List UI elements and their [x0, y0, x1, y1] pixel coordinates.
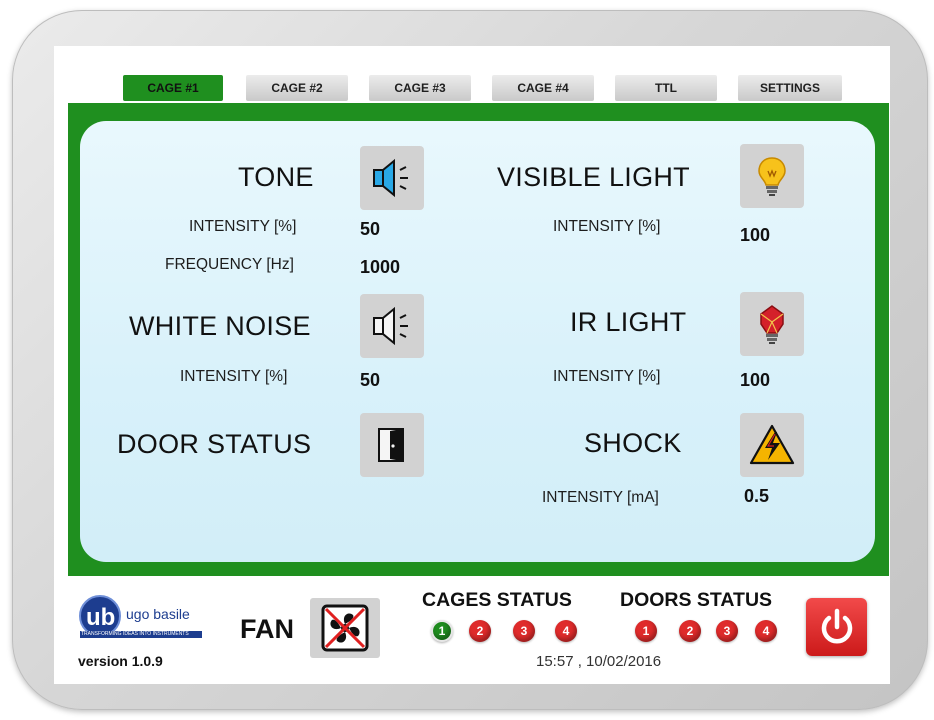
tone-intensity-label: INTENSITY [%]: [189, 218, 297, 235]
ir-light-intensity-label: INTENSITY [%]: [553, 368, 661, 385]
tone-frequency-label: FREQUENCY [Hz]: [165, 256, 294, 273]
tab-ttl[interactable]: TTL: [615, 75, 717, 101]
white-noise-title: WHITE NOISE: [129, 311, 311, 341]
datetime-display: 15:57 , 10/02/2016: [536, 653, 662, 670]
lightbulb-red-icon: [760, 305, 784, 344]
ir-light-intensity-value[interactable]: 100: [740, 370, 770, 391]
shock-intensity-value[interactable]: 0.5: [744, 486, 769, 507]
visible-light-intensity-value[interactable]: 100: [740, 225, 770, 246]
shock-button[interactable]: [740, 413, 804, 477]
speaker-blue-icon: [373, 158, 408, 198]
power-icon: [821, 608, 852, 644]
tab-cage-1[interactable]: CAGE #1: [123, 75, 223, 101]
ugo-basile-logo: ub ugo basile TRANSFORMING IDEAS INTO IN…: [78, 594, 208, 642]
visible-light-title: VISIBLE LIGHT: [497, 162, 690, 192]
cage-status-1: 1: [431, 620, 453, 642]
tab-cage-4[interactable]: CAGE #4: [492, 75, 594, 101]
tab-settings[interactable]: SETTINGS: [738, 75, 842, 101]
door-status-1: 1: [635, 620, 657, 642]
logo-text: ugo basile: [126, 606, 190, 622]
door-icon: [378, 428, 404, 462]
shock-title: SHOCK: [584, 428, 682, 458]
tone-intensity-value[interactable]: 50: [360, 219, 380, 240]
white-noise-button[interactable]: [360, 294, 424, 358]
door-status-title: DOOR STATUS: [117, 429, 312, 459]
svg-text:ub: ub: [86, 604, 115, 631]
cage-status-2: 2: [469, 620, 491, 642]
version-label: version 1.0.9: [78, 653, 163, 669]
white-noise-intensity-label: INTENSITY [%]: [180, 368, 288, 385]
high-voltage-icon: [749, 424, 795, 465]
tab-cage-2[interactable]: CAGE #2: [246, 75, 348, 101]
door-status-3: 3: [716, 620, 738, 642]
cage-status-4: 4: [555, 620, 577, 642]
tone-title: TONE: [238, 162, 314, 192]
power-button[interactable]: [806, 598, 867, 656]
door-status-button[interactable]: [360, 413, 424, 477]
door-status-2: 2: [679, 620, 701, 642]
fan-label: FAN: [240, 614, 294, 644]
speaker-icon: [373, 306, 408, 346]
visible-light-intensity-label: INTENSITY [%]: [553, 218, 661, 235]
cage-status-3: 3: [513, 620, 535, 642]
cages-status-title: CAGES STATUS: [422, 589, 572, 611]
fan-off-icon: [321, 604, 369, 652]
tone-button[interactable]: [360, 146, 424, 210]
tab-cage-3[interactable]: CAGE #3: [369, 75, 471, 101]
tone-frequency-value[interactable]: 1000: [360, 257, 400, 278]
visible-light-button[interactable]: [740, 144, 804, 208]
lightbulb-yellow-icon: [758, 157, 786, 196]
logo-tagline: TRANSFORMING IDEAS INTO INSTRUMENTS: [81, 631, 189, 637]
door-status-4: 4: [755, 620, 777, 642]
white-noise-intensity-value[interactable]: 50: [360, 370, 380, 391]
ir-light-button[interactable]: [740, 292, 804, 356]
shock-intensity-label: INTENSITY [mA]: [542, 489, 659, 506]
doors-status-title: DOORS STATUS: [620, 589, 773, 611]
ir-light-title: IR LIGHT: [570, 307, 687, 337]
fan-button[interactable]: [310, 598, 380, 658]
